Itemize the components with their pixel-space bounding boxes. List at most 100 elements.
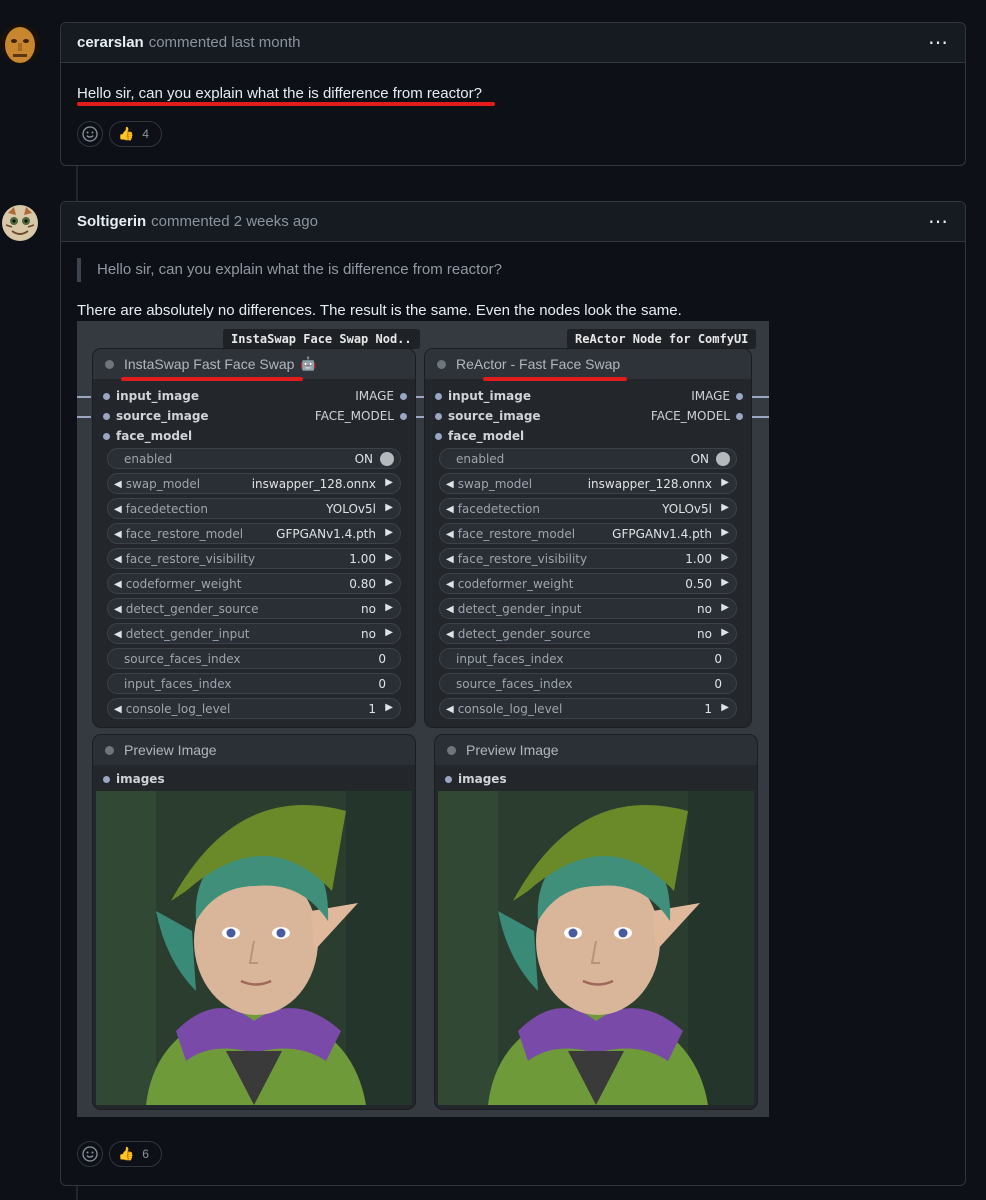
widget-value: GFPGANv1.4.pth <box>276 527 376 541</box>
decrement-arrow-icon[interactable]: ◀ <box>114 704 122 715</box>
widget-input-faces-index[interactable]: input_faces_index 0 <box>107 673 401 694</box>
increment-arrow-icon[interactable]: ▶ <box>385 527 393 538</box>
collapse-dot-icon[interactable] <box>437 359 446 369</box>
collapse-dot-icon[interactable] <box>447 745 456 755</box>
comment-card: Soltigerin commented 2 weeks ago ⋯ Hello… <box>60 201 966 1186</box>
widget-detect-gender-input[interactable]: ◀ detect_gender_input no ▶ <box>439 598 737 619</box>
widget-face-restore-visibility[interactable]: ◀ face_restore_visibility 1.00 ▶ <box>107 548 401 569</box>
widget-input-faces-index[interactable]: input_faces_index 0 <box>439 648 737 669</box>
thumbs-up-reaction[interactable]: 👍 6 <box>109 1141 162 1167</box>
increment-arrow-icon[interactable]: ▶ <box>721 552 729 563</box>
widget-value: 0 <box>714 677 722 691</box>
more-options-icon[interactable]: ⋯ <box>928 212 949 232</box>
output-label: FACE_MODEL <box>650 409 730 423</box>
enabled-toggle[interactable]: enabled ON <box>107 448 401 469</box>
decrement-arrow-icon[interactable]: ◀ <box>446 479 454 490</box>
comment-timestamp[interactable]: commented last month <box>149 34 301 51</box>
increment-arrow-icon[interactable]: ▶ <box>385 477 393 488</box>
comment-header: cerarslan commented last month ⋯ <box>61 23 965 63</box>
increment-arrow-icon[interactable]: ▶ <box>385 552 393 563</box>
preview-image-node[interactable]: Preview Image images <box>93 735 415 1109</box>
decrement-arrow-icon[interactable]: ◀ <box>114 529 122 540</box>
right-node-tag: ReActor Node for ComfyUI <box>567 329 757 349</box>
avatar[interactable] <box>0 203 40 243</box>
increment-arrow-icon[interactable]: ▶ <box>721 527 729 538</box>
add-reaction-button[interactable] <box>77 121 103 147</box>
collapse-dot-icon[interactable] <box>105 745 114 755</box>
smiley-icon <box>82 1146 98 1162</box>
increment-arrow-icon[interactable]: ▶ <box>385 577 393 588</box>
widget-label: console_log_level <box>457 702 563 716</box>
decrement-arrow-icon[interactable]: ◀ <box>446 579 454 590</box>
input-slot-icon <box>445 775 452 783</box>
more-options-icon[interactable]: ⋯ <box>928 33 949 53</box>
thumbs-up-reaction[interactable]: 👍 4 <box>109 121 162 147</box>
input-label: face_model <box>116 429 193 443</box>
widget-source-faces-index[interactable]: source_faces_index 0 <box>439 673 737 694</box>
increment-arrow-icon[interactable]: ▶ <box>385 602 393 613</box>
avatar[interactable] <box>0 24 40 64</box>
increment-arrow-icon[interactable]: ▶ <box>721 502 729 513</box>
widget-swap-model[interactable]: ◀ swap_model inswapper_128.onnx ▶ <box>107 473 401 494</box>
increment-arrow-icon[interactable]: ▶ <box>721 702 729 713</box>
widget-swap-model[interactable]: ◀ swap_model inswapper_128.onnx ▶ <box>439 473 737 494</box>
widget-detect-gender-input[interactable]: ◀ detect_gender_input no ▶ <box>107 623 401 644</box>
widget-label: input_faces_index <box>124 677 232 691</box>
reactor-node[interactable]: ReActor - Fast Face Swap input_image IMA… <box>425 349 751 727</box>
decrement-arrow-icon[interactable]: ◀ <box>114 629 122 640</box>
widget-facedetection[interactable]: ◀ facedetection YOLOv5l ▶ <box>439 498 737 519</box>
widget-value: 0.50 <box>685 577 712 591</box>
increment-arrow-icon[interactable]: ▶ <box>385 702 393 713</box>
decrement-arrow-icon[interactable]: ◀ <box>114 604 122 615</box>
decrement-arrow-icon[interactable]: ◀ <box>446 529 454 540</box>
widget-face-restore-model[interactable]: ◀ face_restore_model GFPGANv1.4.pth ▶ <box>107 523 401 544</box>
node-header[interactable]: InstaSwap Fast Face Swap 🤖 <box>93 349 415 379</box>
widget-codeformer-weight[interactable]: ◀ codeformer_weight 0.50 ▶ <box>439 573 737 594</box>
instaswap-node[interactable]: InstaSwap Fast Face Swap 🤖 input_image I… <box>93 349 415 727</box>
decrement-arrow-icon[interactable]: ◀ <box>446 604 454 615</box>
decrement-arrow-icon[interactable]: ◀ <box>114 554 122 565</box>
decrement-arrow-icon[interactable]: ◀ <box>114 579 122 590</box>
increment-arrow-icon[interactable]: ▶ <box>385 627 393 638</box>
node-title: Preview Image <box>124 742 217 758</box>
comment-author[interactable]: Soltigerin <box>77 213 146 230</box>
output-slot-icon <box>736 412 743 420</box>
node-header[interactable]: Preview Image <box>435 735 757 765</box>
add-reaction-button[interactable] <box>77 1141 103 1167</box>
widget-codeformer-weight[interactable]: ◀ codeformer_weight 0.80 ▶ <box>107 573 401 594</box>
node-header[interactable]: Preview Image <box>93 735 415 765</box>
widget-face-restore-visibility[interactable]: ◀ face_restore_visibility 1.00 ▶ <box>439 548 737 569</box>
node-title: InstaSwap Fast Face Swap <box>124 356 295 372</box>
comment-author[interactable]: cerarslan <box>77 34 144 51</box>
preview-image-node[interactable]: Preview Image images <box>435 735 757 1109</box>
output-slot-icon <box>400 412 407 420</box>
decrement-arrow-icon[interactable]: ◀ <box>446 554 454 565</box>
comment-body: Hello sir, can you explain what the is d… <box>77 85 482 102</box>
widget-facedetection[interactable]: ◀ facedetection YOLOv5l ▶ <box>107 498 401 519</box>
increment-arrow-icon[interactable]: ▶ <box>721 477 729 488</box>
enabled-toggle[interactable]: enabled ON <box>439 448 737 469</box>
widget-console-log-level[interactable]: ◀ console_log_level 1 ▶ <box>107 698 401 719</box>
increment-arrow-icon[interactable]: ▶ <box>385 502 393 513</box>
comment-timestamp[interactable]: commented 2 weeks ago <box>151 213 318 230</box>
input-slot-icon <box>103 392 110 400</box>
increment-arrow-icon[interactable]: ▶ <box>721 577 729 588</box>
decrement-arrow-icon[interactable]: ◀ <box>114 479 122 490</box>
widget-console-log-level[interactable]: ◀ console_log_level 1 ▶ <box>439 698 737 719</box>
widget-value: 1 <box>704 702 712 716</box>
decrement-arrow-icon[interactable]: ◀ <box>114 504 122 515</box>
widget-source-faces-index[interactable]: source_faces_index 0 <box>107 648 401 669</box>
node-header[interactable]: ReActor - Fast Face Swap <box>425 349 751 379</box>
comment-card: cerarslan commented last month ⋯ Hello s… <box>60 22 966 166</box>
decrement-arrow-icon[interactable]: ◀ <box>446 504 454 515</box>
collapse-dot-icon[interactable] <box>105 359 114 369</box>
increment-arrow-icon[interactable]: ▶ <box>721 602 729 613</box>
widget-value: 1 <box>368 702 376 716</box>
widget-detect-gender-source[interactable]: ◀ detect_gender_source no ▶ <box>439 623 737 644</box>
decrement-arrow-icon[interactable]: ◀ <box>446 629 454 640</box>
input-slot-icon <box>103 412 110 420</box>
widget-detect-gender-source[interactable]: ◀ detect_gender_source no ▶ <box>107 598 401 619</box>
increment-arrow-icon[interactable]: ▶ <box>721 627 729 638</box>
decrement-arrow-icon[interactable]: ◀ <box>446 704 454 715</box>
widget-face-restore-model[interactable]: ◀ face_restore_model GFPGANv1.4.pth ▶ <box>439 523 737 544</box>
